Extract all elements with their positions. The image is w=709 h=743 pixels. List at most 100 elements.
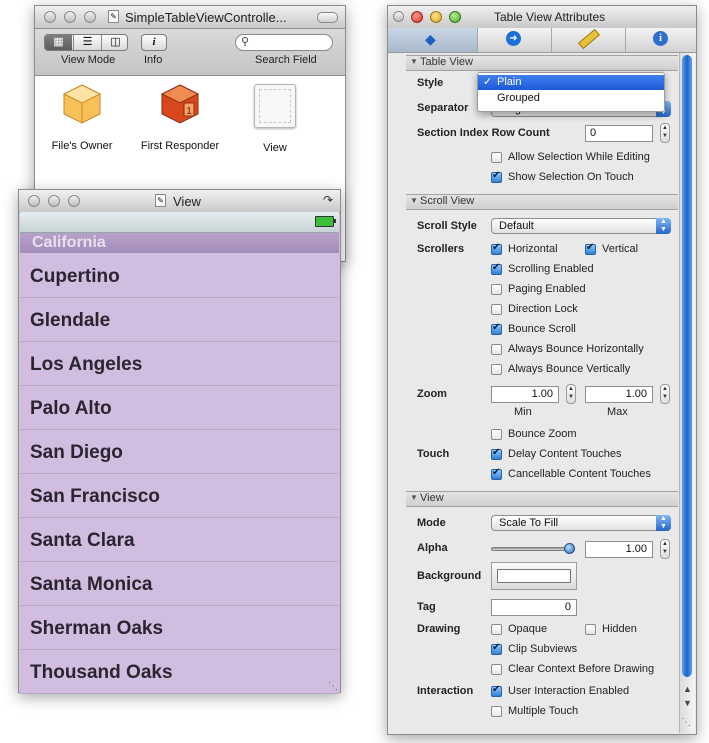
alpha-slider-track	[491, 547, 575, 551]
toolbar-toggle-button[interactable]	[317, 12, 338, 23]
show-selection-touch-checkbox[interactable]	[491, 170, 502, 183]
view-item[interactable]: View	[242, 80, 308, 154]
close-button[interactable]	[44, 11, 56, 23]
scroll-style-popup[interactable]: Default ▲ ▼	[491, 218, 671, 234]
inspector-content: ▲ ▼ ⋱ ▼Table View Style Separator Single…	[388, 53, 696, 733]
hidden-checkbox[interactable]	[585, 624, 596, 635]
alpha-slider-knob[interactable]	[564, 543, 575, 554]
cancellable-touches-checkbox[interactable]	[491, 467, 502, 480]
scroll-up-icon[interactable]: ▲	[683, 684, 692, 694]
scrolling-enabled-checkbox[interactable]	[491, 262, 502, 275]
view-zoom-button[interactable]	[68, 195, 80, 207]
table-row[interactable]: Los Angeles	[20, 342, 339, 386]
view-close-button[interactable]	[28, 195, 40, 207]
horizontal-checkbox[interactable]	[491, 242, 502, 255]
mode-popup[interactable]: Scale To Fill ▲ ▼	[491, 515, 671, 531]
inspector-zoom-button[interactable]	[449, 11, 461, 23]
table-row[interactable]: Cupertino	[20, 254, 339, 298]
inspector-close-button[interactable]	[411, 11, 423, 23]
always-bounce-h-checkbox[interactable]	[491, 344, 502, 355]
zoom-max-stepper[interactable]: ▲ ▼	[660, 384, 670, 404]
view-titlebar[interactable]: ✎ View ↷	[19, 190, 340, 213]
table-row[interactable]: Santa Monica	[20, 562, 339, 606]
section-index-field[interactable]: 0	[585, 125, 653, 142]
window-title: SimpleTableViewControlle...	[125, 10, 287, 25]
alpha-field[interactable]: 1.00	[585, 541, 653, 558]
hidden-label: Hidden	[602, 623, 637, 635]
section-scroll-view[interactable]: ▼ Scroll View	[406, 194, 678, 210]
table-row[interactable]: San Francisco	[20, 474, 339, 518]
search-input[interactable]	[254, 36, 328, 48]
inspector-scrollbar[interactable]: ▲ ▼	[679, 53, 695, 733]
icon-mode-segment[interactable]: ▦	[45, 35, 72, 50]
bounce-scroll-checkbox[interactable]	[491, 322, 502, 335]
scroll-down-icon[interactable]: ▼	[683, 698, 692, 708]
document-titlebar[interactable]: ✎ SimpleTableViewControlle...	[35, 6, 345, 29]
inspector-titlebar[interactable]: Table View Attributes	[388, 6, 696, 29]
first-responder-item[interactable]: 1 First Responder	[135, 80, 225, 152]
tab-attributes[interactable]: ◆	[388, 28, 478, 52]
style-option-plain[interactable]: ✓ Plain	[478, 75, 664, 90]
table-row[interactable]: Thousand Oaks	[20, 650, 339, 694]
table-row[interactable]: Santa Clara	[20, 518, 339, 562]
rotate-icon[interactable]: ↷	[323, 193, 333, 207]
view-window: ✎ View ↷ California Cupertino Glendale Los…	[18, 189, 341, 694]
bounce-zoom-checkbox[interactable]	[491, 429, 502, 440]
direction-lock-checkbox[interactable]	[491, 304, 502, 315]
view-mode-segmented-control[interactable]: ▦ ☰ ◫	[44, 34, 128, 51]
zoom-button[interactable]	[84, 11, 96, 23]
first-responder-icon: 1	[160, 84, 200, 124]
drawing-label: Drawing	[417, 623, 461, 635]
scrollbar-thumb[interactable]	[682, 55, 692, 677]
section-index-stepper[interactable]: ▲ ▼	[660, 123, 670, 143]
paging-enabled-checkbox[interactable]	[491, 284, 502, 295]
inspector-minimize-button[interactable]	[430, 11, 442, 23]
inspector-extra-button[interactable]	[393, 11, 404, 22]
battery-icon	[315, 216, 336, 227]
table-row-label: Cupertino	[30, 266, 120, 287]
zoom-max-field[interactable]: 1.00	[585, 386, 653, 403]
background-color-well[interactable]	[491, 562, 577, 590]
alpha-slider[interactable]	[491, 543, 575, 555]
tab-size[interactable]	[552, 28, 626, 52]
table-row[interactable]: Sherman Oaks	[20, 606, 339, 650]
table-row[interactable]: Glendale	[20, 298, 339, 342]
minimize-button[interactable]	[64, 11, 76, 23]
section-view[interactable]: ▼ View	[406, 491, 678, 507]
clip-subviews-checkbox[interactable]	[491, 642, 502, 655]
table-row[interactable]: San Diego	[20, 430, 339, 474]
delay-content-touches-checkbox[interactable]	[491, 447, 502, 460]
section-table-view[interactable]: ▼ Table View	[406, 55, 678, 71]
vertical-checkbox[interactable]	[585, 242, 596, 255]
files-owner-item[interactable]: File's Owner	[47, 80, 117, 152]
inspector-resize-grip[interactable]: ⋱	[681, 717, 691, 728]
info-button[interactable]: i	[141, 34, 167, 51]
list-mode-segment[interactable]: ☰	[73, 35, 101, 50]
zoom-label: Zoom	[417, 388, 447, 400]
allow-selection-editing-checkbox[interactable]	[491, 152, 502, 163]
always-bounce-v-checkbox[interactable]	[491, 364, 502, 375]
user-interaction-checkbox[interactable]	[491, 684, 502, 697]
opaque-checkbox[interactable]	[491, 624, 502, 635]
view-icon	[254, 84, 296, 128]
column-mode-segment[interactable]: ◫	[101, 35, 129, 50]
zoom-min-stepper[interactable]: ▲ ▼	[566, 384, 576, 404]
search-field[interactable]: ⚲	[235, 34, 333, 51]
resize-grip-icon[interactable]: ⋱	[328, 681, 338, 692]
zoom-min-field[interactable]: 1.00	[491, 386, 559, 403]
multiple-touch-checkbox[interactable]	[491, 706, 502, 717]
tab-identity[interactable]: i	[626, 28, 695, 52]
style-option-grouped[interactable]: Grouped	[478, 91, 664, 106]
checkmark-icon: ✓	[483, 76, 493, 88]
alpha-stepper[interactable]: ▲ ▼	[660, 539, 670, 559]
view-minimize-button[interactable]	[48, 195, 60, 207]
scroll-style-label: Scroll Style	[417, 220, 477, 232]
table-row[interactable]: Palo Alto	[20, 386, 339, 430]
paging-enabled-label: Paging Enabled	[508, 283, 586, 295]
clear-context-checkbox[interactable]	[491, 664, 502, 675]
style-dropdown-menu[interactable]: ✓ Plain Grouped	[477, 72, 665, 112]
tag-field[interactable]: 0	[491, 599, 577, 616]
tab-connections[interactable]: ➜	[478, 28, 552, 52]
view-item-label: View	[263, 142, 287, 154]
zoom-max-label: Max	[607, 406, 628, 418]
